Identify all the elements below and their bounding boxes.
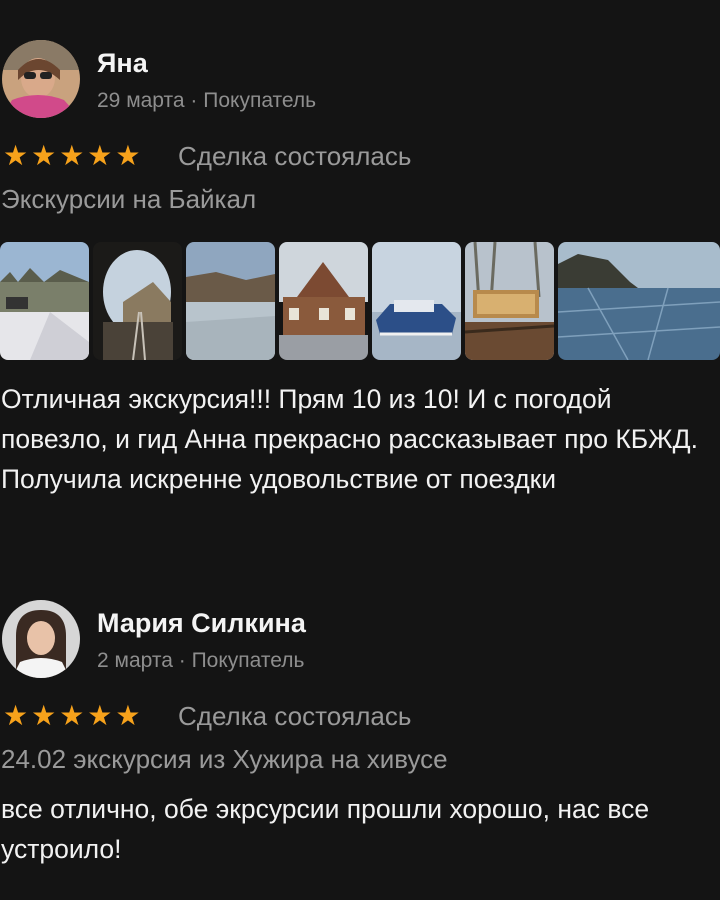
review-photo[interactable] xyxy=(93,242,182,360)
product-name[interactable]: Экскурсии на Байкал xyxy=(1,184,256,215)
author-name[interactable]: Мария Силкина xyxy=(97,608,306,639)
review-photo[interactable] xyxy=(186,242,275,360)
avatar[interactable] xyxy=(2,600,80,678)
deal-status: Сделка состоялась xyxy=(178,141,412,171)
review-photo[interactable] xyxy=(558,242,720,360)
review-photo[interactable] xyxy=(279,242,368,360)
avatar[interactable] xyxy=(2,40,80,118)
review-photo[interactable] xyxy=(0,242,89,360)
review-meta: 2 марта · Покупатель xyxy=(97,649,305,672)
photo-gallery xyxy=(0,242,720,362)
review-card: Мария Силкина 2 марта · Покупатель ★★★★★… xyxy=(0,560,720,900)
review-photo[interactable] xyxy=(372,242,461,360)
review-text: все отлично, обе экрсурсии прошли хорошо… xyxy=(1,794,650,864)
review-meta: 29 марта · Покупатель xyxy=(97,89,317,112)
review-text: Отличная экскурсия!!! Прям 10 из 10! И с… xyxy=(1,384,698,494)
deal-status: Сделка состоялась xyxy=(178,701,412,731)
rating-stars-icon: ★★★★★ xyxy=(3,140,144,171)
rating-stars-icon: ★★★★★ xyxy=(3,700,144,731)
review-photo[interactable] xyxy=(465,242,554,360)
product-name[interactable]: 24.02 экскурсия из Хужира на хивусе xyxy=(1,744,448,775)
review-card: Яна 29 марта · Покупатель ★★★★★ Сделка с… xyxy=(0,0,720,560)
author-name[interactable]: Яна xyxy=(97,48,148,79)
